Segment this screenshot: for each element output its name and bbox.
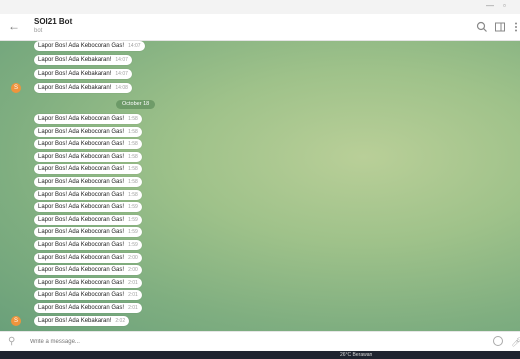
message-bubble[interactable]: Lapor Bos! Ada Kebocoran Gas! 1:58 bbox=[34, 114, 142, 124]
message-text: Lapor Bos! Ada Kebakaran! bbox=[38, 317, 112, 324]
message-text: Lapor Bos! Ada Kebocoran Gas! bbox=[38, 141, 125, 148]
message-time: 1:58 bbox=[128, 153, 138, 160]
minimize-icon[interactable]: — bbox=[486, 0, 494, 12]
window-titlebar: — ▫ bbox=[0, 0, 520, 14]
message-time: 1:58 bbox=[128, 116, 138, 122]
message-time: 14:08 bbox=[115, 85, 128, 91]
back-arrow-icon[interactable]: ← bbox=[8, 19, 20, 33]
message-list[interactable]: October 18 Lapor Bos! Ada Kebocoran Gas!… bbox=[0, 41, 520, 331]
message-time: 1:58 bbox=[128, 191, 138, 198]
microphone-icon[interactable]: 🎤︎ bbox=[511, 336, 520, 348]
message-text: Lapor Bos! Ada Kebocoran Gas! bbox=[38, 292, 125, 299]
message-text: Lapor Bos! Ada Kebocoran Gas! bbox=[38, 305, 125, 311]
composer-bar: ⚲ 🎤︎ bbox=[0, 331, 520, 352]
date-divider: October 18 bbox=[116, 100, 156, 109]
message-time: 1:59 bbox=[128, 229, 138, 236]
message-text: Lapor Bos! Ada Kebocoran Gas! bbox=[38, 267, 125, 274]
message-time: 1:58 bbox=[128, 141, 138, 148]
message-text: Lapor Bos! Ada Kebocoran Gas! bbox=[38, 116, 125, 122]
message-bubble[interactable]: Lapor Bos! Ada Kebocoran Gas! 2:01 bbox=[34, 277, 142, 288]
sender-avatar[interactable]: S bbox=[11, 83, 21, 93]
message-bubble[interactable]: Lapor Bos! Ada Kebocoran Gas! 1:59 bbox=[34, 202, 142, 213]
message-time: 14:07 bbox=[115, 71, 128, 77]
message-time: 14:07 bbox=[115, 57, 128, 63]
message-bubble[interactable]: Lapor Bos! Ada Kebocoran Gas! 2:01 bbox=[34, 290, 142, 301]
more-vertical-icon[interactable] bbox=[510, 21, 520, 33]
system-tray: 26°C Berawan bbox=[340, 351, 376, 359]
message-text: Lapor Bos! Ada Kebocoran Gas! bbox=[38, 279, 125, 286]
message-time: 1:59 bbox=[128, 204, 138, 211]
message-text: Lapor Bos! Ada Kebocoran Gas! bbox=[38, 204, 125, 211]
message-bubble[interactable]: Lapor Bos! Ada Kebocoran Gas! 1:58 bbox=[34, 164, 142, 175]
message-bubble[interactable]: Lapor Bos! Ada Kebakaran! 14:08 bbox=[34, 83, 132, 93]
search-icon[interactable] bbox=[476, 21, 488, 33]
message-bubble[interactable]: Lapor Bos! Ada Kebocoran Gas! 14:07 bbox=[34, 41, 145, 51]
message-text: Lapor Bos! Ada Kebakaran! bbox=[38, 85, 112, 91]
message-bubble[interactable]: Lapor Bos! Ada Kebakaran! 14:07 bbox=[34, 55, 132, 65]
message-text: Lapor Bos! Ada Kebocoran Gas! bbox=[38, 229, 125, 236]
message-time: 2:01 bbox=[128, 292, 138, 299]
message-text: Lapor Bos! Ada Kebocoran Gas! bbox=[38, 153, 125, 160]
message-time: 2:02 bbox=[115, 317, 126, 324]
paperclip-icon[interactable]: ⚲ bbox=[8, 336, 15, 348]
message-bubble[interactable]: Lapor Bos! Ada Kebakaran! 2:02 bbox=[34, 315, 130, 326]
message-input[interactable] bbox=[30, 336, 470, 348]
weather-readout: 26°C Berawan bbox=[340, 352, 373, 358]
chat-header: ← SOI21 Bot bot bbox=[0, 14, 520, 41]
sidebar-toggle-icon[interactable] bbox=[494, 21, 506, 33]
message-time: 1:58 bbox=[128, 166, 138, 173]
message-time: 2:00 bbox=[128, 254, 138, 261]
message-bubble[interactable]: Lapor Bos! Ada Kebocoran Gas! 1:58 bbox=[34, 177, 142, 187]
message-text: Lapor Bos! Ada Kebocoran Gas! bbox=[38, 179, 125, 185]
message-bubble[interactable]: Lapor Bos! Ada Kebocoran Gas! 1:58 bbox=[34, 189, 142, 200]
maximize-icon[interactable]: ▫ bbox=[503, 0, 506, 12]
message-bubble[interactable]: Lapor Bos! Ada Kebocoran Gas! 2:01 bbox=[34, 303, 142, 313]
message-time: 14:07 bbox=[128, 43, 141, 49]
message-text: Lapor Bos! Ada Kebocoran Gas! bbox=[38, 191, 125, 198]
message-time: 2:01 bbox=[128, 279, 138, 286]
message-text: Lapor Bos! Ada Kebocoran Gas! bbox=[38, 43, 125, 49]
message-text: Lapor Bos! Ada Kebakaran! bbox=[38, 57, 112, 63]
message-text: Lapor Bos! Ada Kebakaran! bbox=[38, 71, 112, 77]
message-text: Lapor Bos! Ada Kebocoran Gas! bbox=[38, 166, 125, 173]
message-bubble[interactable]: Lapor Bos! Ada Kebocoran Gas! 2:00 bbox=[34, 252, 142, 263]
message-time: 1:59 bbox=[128, 242, 138, 248]
os-taskbar: 26°C Berawan bbox=[0, 351, 520, 359]
message-bubble[interactable]: Lapor Bos! Ada Kebakaran! 14:07 bbox=[34, 69, 132, 79]
message-text: Lapor Bos! Ada Kebocoran Gas! bbox=[38, 128, 125, 135]
message-bubble[interactable]: Lapor Bos! Ada Kebocoran Gas! 1:58 bbox=[34, 126, 142, 137]
emoji-icon[interactable] bbox=[493, 336, 503, 346]
message-time: 2:01 bbox=[128, 305, 138, 311]
message-time: 2:00 bbox=[128, 267, 138, 274]
message-time: 1:58 bbox=[128, 179, 138, 185]
message-bubble[interactable]: Lapor Bos! Ada Kebocoran Gas! 1:59 bbox=[34, 214, 142, 225]
message-text: Lapor Bos! Ada Kebocoran Gas! bbox=[38, 242, 125, 248]
chat-title[interactable]: SOI21 Bot bbox=[34, 17, 72, 26]
message-time: 1:58 bbox=[128, 128, 138, 135]
message-bubble[interactable]: Lapor Bos! Ada Kebocoran Gas! 1:59 bbox=[34, 227, 142, 238]
message-bubble[interactable]: Lapor Bos! Ada Kebocoran Gas! 1:59 bbox=[34, 240, 142, 250]
message-bubble[interactable]: Lapor Bos! Ada Kebocoran Gas! 1:58 bbox=[34, 139, 142, 150]
sender-avatar[interactable]: S bbox=[11, 315, 21, 326]
message-text: Lapor Bos! Ada Kebocoran Gas! bbox=[38, 216, 125, 223]
message-bubble[interactable]: Lapor Bos! Ada Kebocoran Gas! 2:00 bbox=[34, 265, 142, 276]
chat-subtitle: bot bbox=[34, 28, 43, 34]
message-text: Lapor Bos! Ada Kebocoran Gas! bbox=[38, 254, 125, 261]
message-bubble[interactable]: Lapor Bos! Ada Kebocoran Gas! 1:58 bbox=[34, 151, 142, 162]
message-time: 1:59 bbox=[128, 216, 138, 223]
